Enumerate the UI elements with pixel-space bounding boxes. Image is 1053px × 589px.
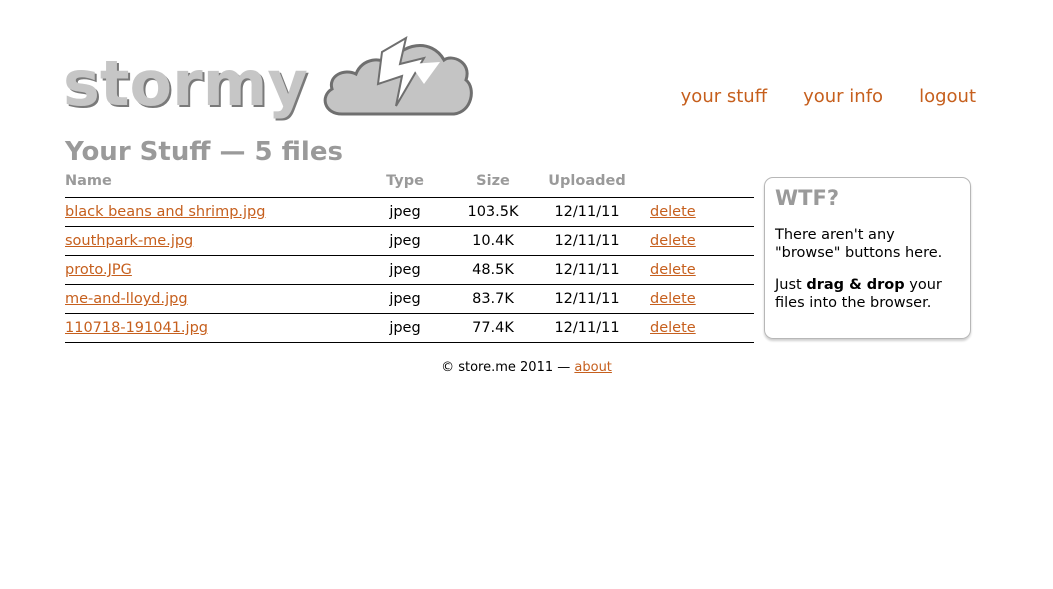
logo-text: stormy bbox=[63, 47, 308, 120]
file-size: 77.4K bbox=[449, 313, 537, 343]
sidebar-instructions-bold: drag & drop bbox=[806, 277, 905, 293]
header-type: Type bbox=[361, 170, 449, 198]
footer: © store.me 2011 — about bbox=[0, 360, 1053, 375]
file-type: jpeg bbox=[361, 313, 449, 343]
page-title: Your Stuff — 5 files bbox=[65, 137, 343, 167]
table-row: black beans and shrimp.jpg jpeg 103.5K 1… bbox=[65, 197, 754, 227]
file-name-link[interactable]: black beans and shrimp.jpg bbox=[65, 204, 265, 220]
nav-your-info[interactable]: your info bbox=[803, 86, 883, 107]
table-row: southpark-me.jpg jpeg 10.4K 12/11/11 del… bbox=[65, 226, 754, 256]
file-uploaded: 12/11/11 bbox=[537, 284, 637, 314]
table-row: me-and-lloyd.jpg jpeg 83.7K 12/11/11 del… bbox=[65, 284, 754, 314]
table-row: proto.JPG jpeg 48.5K 12/11/11 delete bbox=[65, 255, 754, 285]
delete-link[interactable]: delete bbox=[650, 233, 696, 249]
footer-copyright: © store.me 2011 — bbox=[441, 360, 575, 375]
file-name-link[interactable]: proto.JPG bbox=[65, 262, 132, 278]
file-type: jpeg bbox=[361, 226, 449, 256]
file-type: jpeg bbox=[361, 197, 449, 227]
file-uploaded: 12/11/11 bbox=[537, 313, 637, 343]
delete-link[interactable]: delete bbox=[650, 262, 696, 278]
table-row: 110718-191041.jpg jpeg 77.4K 12/11/11 de… bbox=[65, 313, 754, 343]
storm-cloud-lightning-icon bbox=[323, 35, 473, 116]
file-name-link[interactable]: southpark-me.jpg bbox=[65, 233, 193, 249]
file-type: jpeg bbox=[361, 284, 449, 314]
delete-link[interactable]: delete bbox=[650, 291, 696, 307]
file-size: 103.5K bbox=[449, 197, 537, 227]
about-link[interactable]: about bbox=[574, 360, 612, 375]
sidebar-instructions: Just drag & drop your files into the bro… bbox=[775, 276, 960, 312]
file-name-link[interactable]: me-and-lloyd.jpg bbox=[65, 291, 188, 307]
file-size: 83.7K bbox=[449, 284, 537, 314]
nav-your-stuff[interactable]: your stuff bbox=[681, 86, 767, 107]
file-size: 10.4K bbox=[449, 226, 537, 256]
main-nav: your stuff your info logout bbox=[681, 86, 976, 107]
file-type: jpeg bbox=[361, 255, 449, 285]
files-table: Name Type Size Uploaded black beans and … bbox=[65, 170, 754, 343]
file-uploaded: 12/11/11 bbox=[537, 226, 637, 256]
file-uploaded: 12/11/11 bbox=[537, 255, 637, 285]
header-size: Size bbox=[449, 170, 537, 198]
file-name-link[interactable]: 110718-191041.jpg bbox=[65, 320, 208, 336]
file-size: 48.5K bbox=[449, 255, 537, 285]
sidebar-text: There aren't any "browse" buttons here. bbox=[775, 227, 943, 261]
help-sidebar: WTF? There aren't any "browse" buttons h… bbox=[764, 177, 971, 339]
sidebar-title: WTF? bbox=[775, 186, 840, 210]
nav-logout[interactable]: logout bbox=[919, 86, 976, 107]
delete-link[interactable]: delete bbox=[650, 320, 696, 336]
header-name: Name bbox=[65, 170, 361, 198]
header-actions bbox=[637, 170, 754, 198]
file-uploaded: 12/11/11 bbox=[537, 197, 637, 227]
delete-link[interactable]: delete bbox=[650, 204, 696, 220]
table-header-row: Name Type Size Uploaded bbox=[65, 170, 754, 198]
sidebar-instructions-prefix: Just bbox=[775, 277, 807, 293]
header-uploaded: Uploaded bbox=[537, 170, 637, 198]
